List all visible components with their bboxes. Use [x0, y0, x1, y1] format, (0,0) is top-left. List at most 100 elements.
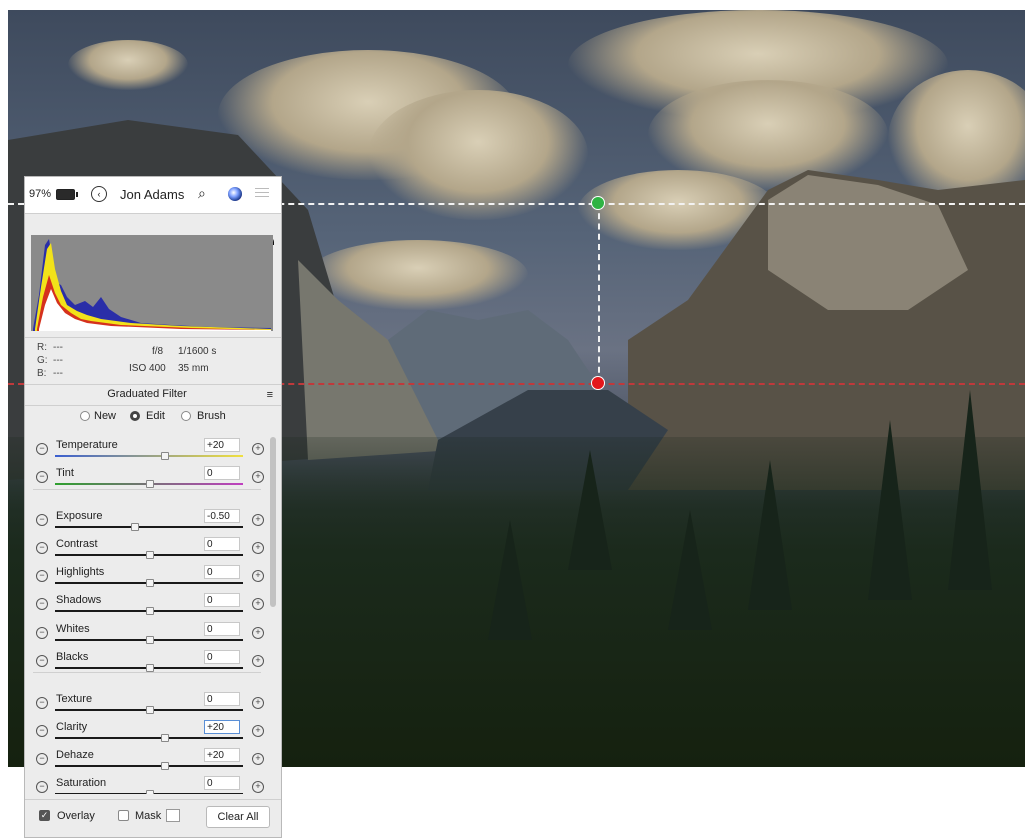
slider-row-exposure: − Exposure -0.50 +: [25, 500, 267, 531]
mode-new-radio[interactable]: [80, 411, 90, 421]
tint-increase-button[interactable]: +: [252, 471, 264, 483]
whites-label: Whites: [56, 623, 90, 635]
clarity-increase-button[interactable]: +: [252, 725, 264, 737]
shadows-increase-button[interactable]: +: [252, 598, 264, 610]
clarity-value-field[interactable]: +20: [204, 720, 240, 734]
contrast-value-field[interactable]: 0: [204, 537, 240, 551]
shadows-slider-track[interactable]: [55, 607, 243, 615]
shadows-value-field[interactable]: 0: [204, 593, 240, 607]
mode-brush-label[interactable]: Brush: [197, 410, 226, 422]
tint-slider-thumb[interactable]: [146, 480, 154, 488]
slider-row-whites: − Whites 0 +: [25, 613, 267, 644]
slider-row-blacks: − Blacks 0 +: [25, 641, 267, 672]
blacks-increase-button[interactable]: +: [252, 655, 264, 667]
whites-value-field[interactable]: 0: [204, 622, 240, 636]
notification-center-icon[interactable]: [255, 188, 269, 198]
graduated-filter-center-line[interactable]: [598, 203, 600, 383]
graduated-filter-bottom-pin[interactable]: [591, 376, 605, 390]
texture-increase-button[interactable]: +: [252, 697, 264, 709]
saturation-slider-thumb[interactable]: [146, 790, 154, 794]
saturation-decrease-button[interactable]: −: [36, 781, 48, 793]
clock-icon[interactable]: ‹: [91, 186, 107, 202]
highlights-label: Highlights: [56, 566, 105, 578]
contrast-decrease-button[interactable]: −: [36, 542, 48, 554]
r-value: ---: [53, 342, 63, 353]
dehaze-value-field[interactable]: +20: [204, 748, 240, 762]
siri-icon[interactable]: [228, 187, 242, 201]
temperature-value-field[interactable]: +20: [204, 438, 240, 452]
blacks-slider-track[interactable]: [55, 664, 243, 672]
tint-label: Tint: [56, 467, 74, 479]
iso-value: ISO 400: [129, 363, 166, 374]
temperature-decrease-button[interactable]: −: [36, 443, 48, 455]
b-label: B:: [37, 368, 47, 379]
temperature-increase-button[interactable]: +: [252, 443, 264, 455]
image-info: R: --- G: --- B: --- f/8 1/1600 s ISO 40…: [25, 337, 281, 384]
mask-checkbox[interactable]: [118, 810, 129, 821]
aperture-value: f/8: [152, 346, 164, 357]
g-value: ---: [53, 355, 63, 366]
histogram: [31, 235, 273, 331]
scrollbar-thumb[interactable]: [270, 437, 276, 607]
g-label: G:: [37, 355, 48, 366]
dehaze-decrease-button[interactable]: −: [36, 753, 48, 765]
r-label: R:: [37, 342, 47, 353]
slider-row-clarity: − Clarity +20 +: [25, 711, 267, 742]
saturation-value-field[interactable]: 0: [204, 776, 240, 790]
mode-edit-label[interactable]: Edit: [146, 410, 165, 422]
tint-value-field[interactable]: 0: [204, 466, 240, 480]
scrollbar[interactable]: [269, 429, 277, 794]
blacks-value-field[interactable]: 0: [204, 650, 240, 664]
mode-new-label[interactable]: New: [94, 410, 116, 422]
whites-increase-button[interactable]: +: [252, 627, 264, 639]
contrast-increase-button[interactable]: +: [252, 542, 264, 554]
blacks-label: Blacks: [56, 651, 89, 663]
tint-decrease-button[interactable]: −: [36, 471, 48, 483]
hamburger-menu-icon[interactable]: ≡: [267, 389, 273, 401]
clarity-label: Clarity: [56, 721, 88, 733]
status-bar: 97% ‹ Jon Adams ⌕: [25, 177, 281, 214]
mask-label[interactable]: Mask: [135, 810, 161, 822]
blacks-decrease-button[interactable]: −: [36, 655, 48, 667]
overlay-checkbox[interactable]: ✓: [39, 810, 50, 821]
exposure-value-field[interactable]: -0.50: [204, 509, 240, 523]
mask-color-swatch[interactable]: [166, 809, 180, 822]
highlights-value-field[interactable]: 0: [204, 565, 240, 579]
shadows-decrease-button[interactable]: −: [36, 598, 48, 610]
dehaze-increase-button[interactable]: +: [252, 753, 264, 765]
tint-slider-track[interactable]: [55, 480, 243, 488]
exposure-increase-button[interactable]: +: [252, 514, 264, 526]
graduated-filter-top-pin[interactable]: [591, 196, 605, 210]
whites-decrease-button[interactable]: −: [36, 627, 48, 639]
slider-row-shadows: − Shadows 0 +: [25, 584, 267, 615]
battery-icon: [56, 189, 78, 200]
panel-footer: ✓ Overlay Mask Clear All: [25, 799, 281, 838]
shadows-label: Shadows: [56, 594, 102, 606]
blacks-slider-thumb[interactable]: [146, 664, 154, 672]
slider-row-dehaze: − Dehaze +20 +: [25, 739, 267, 770]
texture-value-field[interactable]: 0: [204, 692, 240, 706]
dehaze-label: Dehaze: [56, 749, 94, 761]
clarity-decrease-button[interactable]: −: [36, 725, 48, 737]
exposure-decrease-button[interactable]: −: [36, 514, 48, 526]
edit-panel: 97% ‹ Jon Adams ⌕ R: --- G: --- B: --- f…: [24, 176, 282, 838]
texture-decrease-button[interactable]: −: [36, 697, 48, 709]
slider-row-highlights: − Highlights 0 +: [25, 556, 267, 587]
highlights-decrease-button[interactable]: −: [36, 570, 48, 582]
saturation-increase-button[interactable]: +: [252, 781, 264, 793]
user-name[interactable]: Jon Adams: [120, 187, 184, 202]
section-divider: [33, 489, 261, 490]
clear-all-button[interactable]: Clear All: [206, 806, 270, 828]
overlay-label[interactable]: Overlay: [57, 810, 95, 822]
search-icon[interactable]: ⌕: [198, 185, 206, 202]
focal-length-value: 35 mm: [178, 363, 209, 374]
temperature-label: Temperature: [56, 439, 118, 451]
highlights-increase-button[interactable]: +: [252, 570, 264, 582]
contrast-label: Contrast: [56, 538, 98, 550]
mode-brush-radio[interactable]: [181, 411, 191, 421]
saturation-label: Saturation: [56, 777, 107, 789]
texture-label: Texture: [56, 693, 93, 705]
slider-row-tint: − Tint 0 +: [25, 457, 267, 488]
saturation-slider-track[interactable]: [55, 790, 243, 794]
mode-edit-radio[interactable]: [130, 411, 140, 421]
